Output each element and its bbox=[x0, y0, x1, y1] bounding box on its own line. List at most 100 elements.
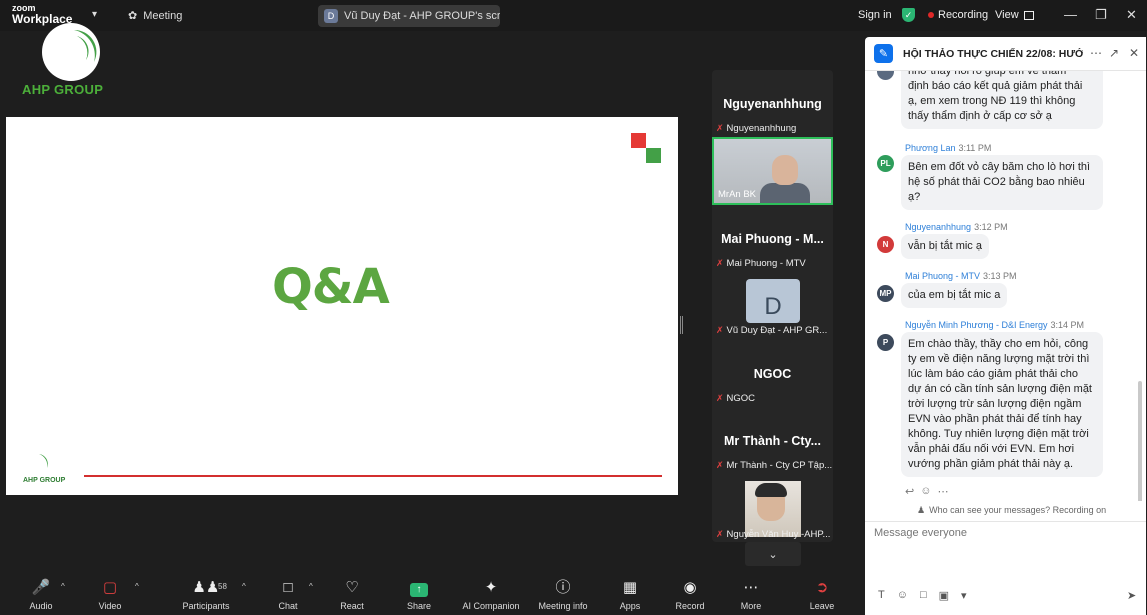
sender-name: Nguyenanhhung bbox=[905, 222, 972, 232]
mic-muted-icon: 🎤 bbox=[31, 579, 51, 596]
audio-label: Audio bbox=[29, 601, 53, 611]
info-label: Meeting info bbox=[538, 601, 588, 611]
view-button[interactable]: View bbox=[995, 9, 1034, 21]
close-icon[interactable]: ✕ bbox=[1129, 46, 1139, 60]
message-line: hệ số phát thải CO2 bằng bao nhiêu bbox=[908, 176, 1085, 188]
shared-slide: Q&A AHP GROUP bbox=[6, 117, 678, 495]
message-avatar: N bbox=[877, 236, 894, 253]
privacy-text: Who can see your messages? Recording on bbox=[929, 505, 1107, 515]
more-button[interactable]: ⋯ More bbox=[733, 578, 769, 611]
audio-button[interactable]: 🎤 Audio bbox=[24, 578, 58, 611]
participant-label-text: Mai Phuong - MTV bbox=[726, 258, 806, 269]
participant-label-text: Nguyenanhhung bbox=[726, 123, 797, 134]
participant-label: ✗ Nguyễn Văn Huy -AHP... bbox=[716, 529, 830, 540]
emoji-react-icon[interactable]: ☺ bbox=[920, 485, 931, 498]
people-icon: ♟ bbox=[917, 505, 926, 515]
text-format-icon[interactable]: T bbox=[878, 589, 885, 602]
share-button[interactable]: ↑ Share bbox=[401, 578, 437, 611]
mic-muted-icon: ✗ bbox=[716, 325, 724, 335]
react-button[interactable]: ♡ React bbox=[334, 578, 370, 611]
message-line: dự án có cần tính sản lượng điện mặt bbox=[908, 383, 1092, 395]
participant-strip: Nguyenanhhung ✗ Nguyenanhhung MrAn BK Ma… bbox=[712, 70, 833, 542]
view-label: View bbox=[995, 9, 1019, 21]
ai-companion-button[interactable]: ✦ AI Companion bbox=[460, 578, 522, 611]
scroll-down-button[interactable]: ⌄ bbox=[745, 542, 801, 566]
reply-icon[interactable]: ↩ bbox=[905, 485, 914, 498]
file-icon[interactable]: □ bbox=[920, 589, 927, 602]
speaker-body bbox=[760, 183, 810, 203]
chevron-down-icon[interactable]: ▾ bbox=[961, 589, 967, 602]
more-icon[interactable]: ⋯ bbox=[1090, 46, 1102, 60]
sender-name: Nguyễn Minh Phương - D&I Energy bbox=[905, 320, 1048, 330]
slide-red-line bbox=[84, 475, 662, 477]
slide-green-square bbox=[646, 148, 661, 163]
meeting-toolbar: 🎤 Audio ^ ▢ Video ^ ♟♟ Participants 58 ^… bbox=[0, 572, 862, 615]
participant-label-text: Mr Thành - Cty CP Tập... bbox=[726, 460, 832, 471]
message-line: vướng phần giảm phát thải này ạ. bbox=[908, 458, 1074, 470]
share-tab-label: Vũ Duy Đạt - AHP GROUP's screen bbox=[344, 10, 500, 22]
message-list[interactable]: nhờ thầy nói rõ giúp em về thẩm định báo… bbox=[865, 71, 1146, 501]
message-input[interactable] bbox=[874, 527, 1134, 539]
video-label: Video bbox=[98, 601, 122, 611]
message-line: lúc làm báo cáo giảm phát thải cho bbox=[908, 368, 1078, 380]
apps-button[interactable]: ▦ Apps bbox=[612, 578, 648, 611]
privacy-notice[interactable]: ♟ Who can see your messages? Recording o… bbox=[917, 505, 1106, 516]
message-avatar bbox=[877, 71, 894, 80]
security-shield-icon[interactable]: ✓ bbox=[902, 8, 915, 22]
mic-muted-icon: ✗ bbox=[716, 123, 724, 133]
emoji-icon[interactable]: ☺ bbox=[897, 589, 908, 602]
share-badge: D bbox=[324, 9, 338, 23]
restore-icon[interactable]: ❐ bbox=[1095, 7, 1107, 23]
close-window-icon[interactable]: ✕ bbox=[1126, 7, 1137, 23]
mic-muted-icon: ✗ bbox=[716, 529, 724, 539]
message-avatar: P bbox=[877, 334, 894, 351]
slide-logo-text: AHP GROUP bbox=[23, 477, 66, 484]
chat-button[interactable]: □ Chat bbox=[272, 578, 304, 611]
message-time: 3:13 PM bbox=[983, 271, 1017, 281]
recording-indicator[interactable]: Recording bbox=[928, 9, 988, 21]
heart-icon: ♡ bbox=[345, 579, 359, 596]
leave-button[interactable]: ➲ Leave bbox=[804, 578, 840, 611]
chevron-down-icon[interactable]: ▾ bbox=[92, 9, 97, 20]
mic-muted-icon: ✗ bbox=[716, 393, 724, 403]
resize-handle[interactable] bbox=[680, 316, 683, 334]
avatar[interactable]: D bbox=[746, 279, 800, 323]
pop-out-icon[interactable]: ↗ bbox=[1109, 46, 1119, 60]
participant-label-text: Nguyễn Văn Huy -AHP... bbox=[726, 529, 831, 540]
video-button[interactable]: ▢ Video bbox=[93, 578, 127, 611]
leave-icon: ➲ bbox=[815, 579, 829, 596]
message-time: 3:12 PM bbox=[974, 222, 1008, 232]
participant-name: Mai Phuong - M... bbox=[721, 232, 824, 246]
chevron-up-icon[interactable]: ^ bbox=[61, 582, 65, 591]
chat-panel: ✎ HỘI THẢO THỰC CHIẾN 22/08: HƯỚN... ⋯ ↗… bbox=[865, 37, 1146, 615]
chevron-up-icon[interactable]: ^ bbox=[309, 582, 313, 591]
message-line: Em chào thầy, thầy cho em hỏi, công bbox=[908, 338, 1089, 350]
minimize-icon[interactable]: — bbox=[1064, 7, 1077, 22]
send-icon[interactable]: ➤ bbox=[1127, 589, 1136, 602]
sign-in-button[interactable]: Sign in bbox=[858, 9, 892, 21]
chevron-up-icon[interactable]: ^ bbox=[135, 582, 139, 591]
active-speaker-video[interactable]: MrAn BK bbox=[712, 137, 833, 205]
chat-label: Chat bbox=[278, 601, 298, 611]
chat-scrollbar[interactable] bbox=[1138, 381, 1142, 501]
chevron-up-icon[interactable]: ^ bbox=[242, 582, 246, 591]
participant-label: ✗ Mai Phuong - MTV bbox=[716, 258, 806, 269]
mic-muted-icon: ✗ bbox=[716, 258, 724, 268]
chevron-down-icon: ⌄ bbox=[768, 548, 778, 561]
sender-name: Phương Lan bbox=[905, 143, 956, 153]
message-bubble: nhờ thầy nói rõ giúp em về thẩm định báo… bbox=[901, 71, 1103, 129]
meeting-tab[interactable]: ✿ Meeting bbox=[128, 9, 182, 23]
message-sender: Mai Phuong - MTV 3:13 PM bbox=[905, 271, 1017, 281]
share-screen-icon: ↑ bbox=[401, 578, 437, 598]
meeting-info-button[interactable]: ⓘ Meeting info bbox=[535, 578, 591, 611]
screenshot-icon[interactable]: ▣ bbox=[939, 589, 949, 602]
message-actions: ↩ ☺ ⋯ bbox=[905, 485, 948, 498]
more-actions-icon[interactable]: ⋯ bbox=[937, 485, 948, 498]
screen-share-tab[interactable]: D Vũ Duy Đạt - AHP GROUP's screen ⋯ bbox=[318, 5, 500, 27]
record-button[interactable]: ◉ Record bbox=[672, 578, 708, 611]
message-line: ạ, em xem trong NĐ 119 thì không bbox=[908, 95, 1076, 107]
message-bubble: Bên em đốt vỏ cây băm cho lò hơi thì hệ … bbox=[901, 155, 1103, 210]
leave-label: Leave bbox=[809, 601, 835, 611]
message-line: của em bị tắt mic a bbox=[908, 289, 1001, 301]
message-time: 3:14 PM bbox=[1050, 320, 1085, 330]
